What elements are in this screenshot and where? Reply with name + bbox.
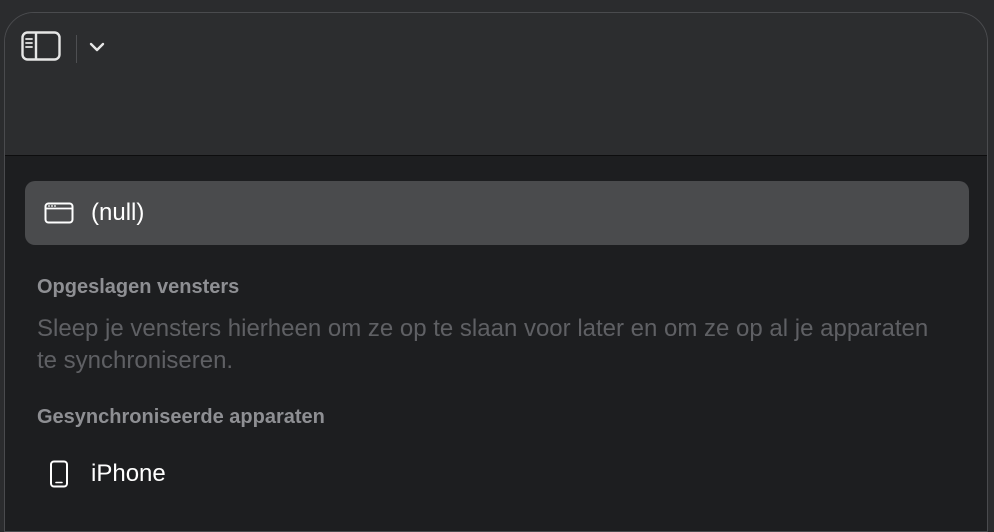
device-label: iPhone (91, 460, 166, 487)
saved-windows-title: Opgeslagen vensters (37, 276, 240, 298)
tab-overview-panel: (null) Opgeslagen vensters Sleep je vens… (5, 155, 987, 531)
current-window-label: (null) (91, 199, 145, 226)
saved-windows-hint: Sleep je vensters hierheen om ze op te s… (37, 315, 929, 374)
device-item-iphone[interactable]: iPhone (37, 454, 166, 494)
toolbar-divider (76, 35, 77, 63)
title-bar (5, 13, 987, 155)
synced-devices-title: Gesynchroniseerde apparaten (37, 406, 325, 428)
iphone-icon (47, 459, 71, 489)
chevron-down-icon (89, 40, 105, 58)
browser-window: (null) Opgeslagen vensters Sleep je vens… (4, 12, 988, 532)
sidebar-toggle-button[interactable] (21, 30, 61, 66)
current-window-row[interactable]: (null) (25, 181, 969, 245)
sidebar-menu-button[interactable] (85, 37, 109, 61)
sidebar-icon (21, 30, 61, 66)
window-icon (44, 201, 74, 225)
